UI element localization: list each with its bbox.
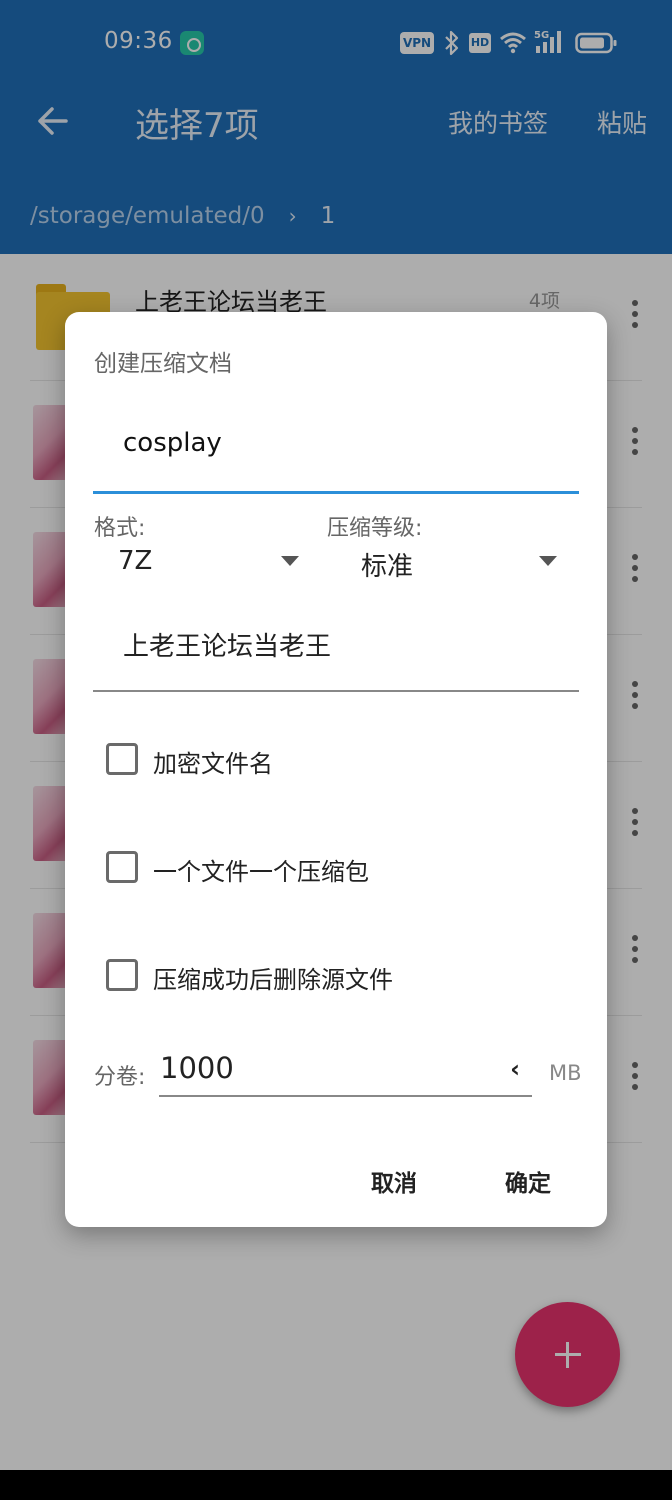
checkbox-icon[interactable] bbox=[106, 743, 138, 775]
encrypt-filenames-checkbox[interactable]: 加密文件名 bbox=[105, 732, 545, 782]
checkbox-label: 一个文件一个压缩包 bbox=[153, 858, 369, 886]
checkbox-label: 压缩成功后删除源文件 bbox=[153, 966, 393, 994]
checkbox-icon[interactable] bbox=[106, 959, 138, 991]
system-nav-bar bbox=[0, 1470, 672, 1500]
dropdown-arrow-icon bbox=[281, 556, 299, 566]
checkbox-label: 加密文件名 bbox=[153, 750, 273, 778]
dialog-title: 创建压缩文档 bbox=[94, 351, 232, 377]
format-label: 格式: bbox=[94, 516, 146, 541]
checkbox-icon[interactable] bbox=[106, 851, 138, 883]
ok-button[interactable]: 确定 bbox=[505, 1164, 551, 1198]
file-manager-app: 09:36 VPN HD 5G 选择7项 我的书签 粘贴 /storage/em… bbox=[0, 0, 672, 1500]
delete-source-checkbox[interactable]: 压缩成功后删除源文件 bbox=[105, 948, 545, 998]
chevron-left-icon[interactable]: ‹ bbox=[510, 1055, 520, 1083]
split-unit-label: MB bbox=[549, 1061, 582, 1085]
one-archive-per-file-checkbox[interactable]: 一个文件一个压缩包 bbox=[105, 840, 545, 890]
split-volume-label: 分卷: bbox=[94, 1065, 146, 1090]
format-value: 7Z bbox=[118, 546, 153, 576]
dropdown-arrow-icon bbox=[539, 556, 557, 566]
cancel-button[interactable]: 取消 bbox=[371, 1164, 417, 1198]
compression-level-value: 标准 bbox=[361, 552, 414, 582]
archive-name-value: cosplay bbox=[123, 428, 222, 458]
folder-name-value: 上老王论坛当老王 bbox=[123, 632, 332, 662]
split-volume-value: 1000 bbox=[160, 1051, 234, 1085]
compression-level-select[interactable]: 标准 bbox=[327, 540, 557, 584]
create-archive-dialog: 创建压缩文档 cosplay 格式: 压缩等级: 7Z 标准 上老王论坛当老王 … bbox=[65, 312, 607, 1227]
format-select[interactable]: 7Z bbox=[94, 540, 299, 584]
split-volume-input[interactable]: 1000 ‹ bbox=[159, 1047, 532, 1097]
archive-name-input[interactable]: cosplay bbox=[93, 404, 579, 494]
compression-level-label: 压缩等级: bbox=[327, 516, 423, 541]
folder-name-input[interactable]: 上老王论坛当老王 bbox=[93, 602, 579, 692]
